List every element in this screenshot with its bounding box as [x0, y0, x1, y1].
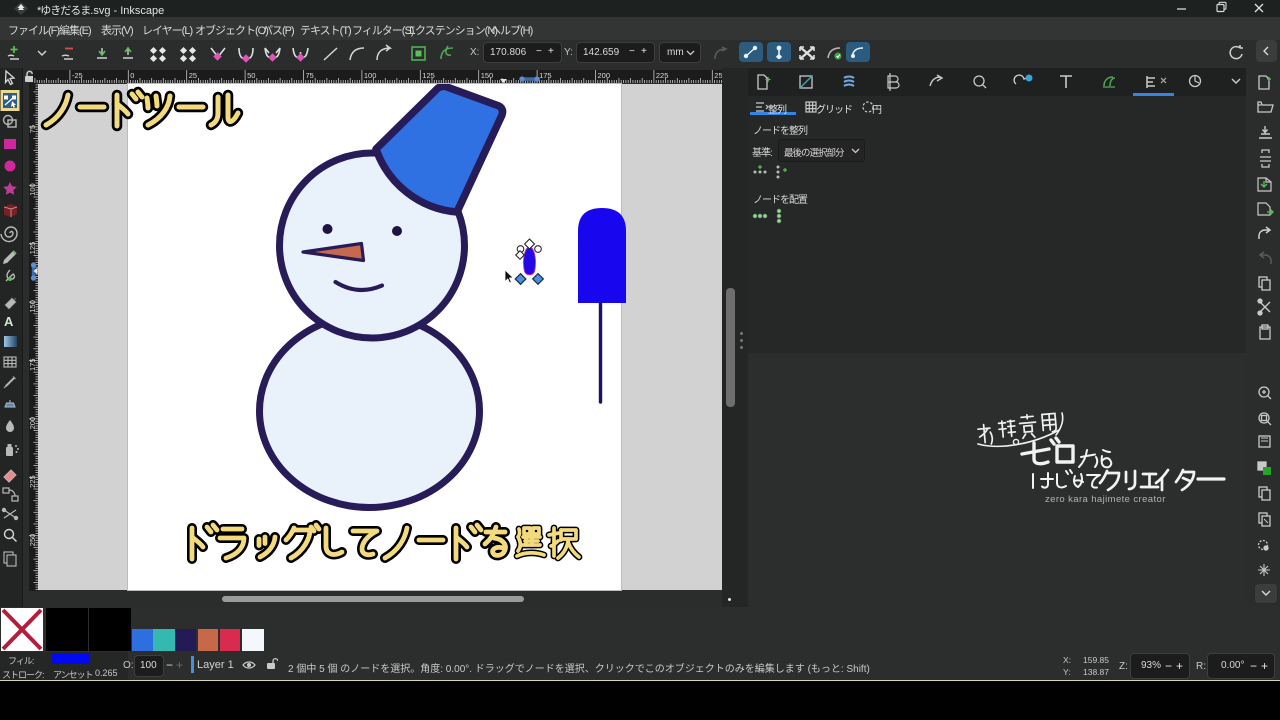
svg-text:150: 150: [481, 71, 494, 80]
svg-text:100: 100: [29, 183, 37, 196]
svg-text:75: 75: [306, 71, 314, 80]
svg-text:25: 25: [189, 71, 197, 80]
svg-text:175: 175: [29, 359, 37, 372]
svg-text:125: 125: [29, 242, 37, 255]
svg-text:150: 150: [29, 300, 37, 313]
svg-text:75: 75: [29, 125, 37, 133]
svg-text:225: 225: [29, 475, 37, 488]
svg-text:225: 225: [656, 71, 669, 80]
svg-text:200: 200: [29, 417, 37, 430]
svg-text:zero kara hajimete creator: zero kara hajimete creator: [1045, 494, 1166, 505]
svg-text:-25: -25: [72, 71, 83, 80]
svg-text:250: 250: [29, 534, 37, 547]
svg-text:50: 50: [247, 71, 255, 80]
svg-text:100: 100: [364, 71, 377, 80]
svg-text:200: 200: [598, 71, 611, 80]
svg-text:A: A: [4, 314, 14, 329]
svg-text:125: 125: [422, 71, 435, 80]
svg-text:175: 175: [539, 71, 552, 80]
svg-text:0: 0: [130, 71, 134, 80]
